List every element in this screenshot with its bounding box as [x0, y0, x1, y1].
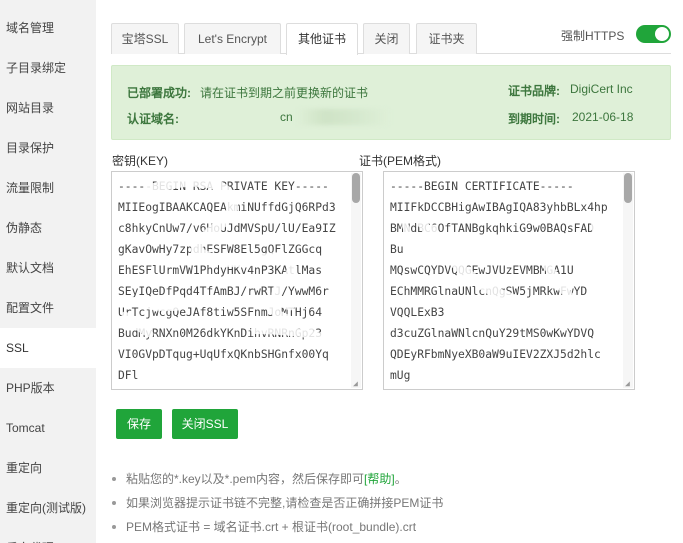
bullet-icon	[112, 524, 116, 529]
close-ssl-button[interactable]: 关闭SSL	[172, 409, 238, 439]
key-line: EhESFlUrmVW1PhdyHKv4nP3KAtlMas	[118, 264, 323, 277]
sidebar-item-domain[interactable]: 域名管理	[0, 8, 96, 48]
sidebar: 域名管理 子目录绑定 网站目录 目录保护 流量限制 伪静态 默认文档 配置文件 …	[0, 0, 96, 543]
help-link[interactable]: [帮助]	[364, 472, 395, 486]
sidebar-item-redirect[interactable]: 重定向	[0, 448, 96, 488]
toggle-knob	[655, 27, 669, 41]
key-line: c8hkyCnUw7/v6HoUJdMVSpU/lU/Ea9IZ	[118, 222, 336, 235]
sidebar-item-ssl[interactable]: SSL	[0, 328, 96, 368]
tab-other-cert[interactable]: 其他证书	[286, 23, 358, 55]
sidebar-item-dir-protect[interactable]: 目录保护	[0, 128, 96, 168]
cert-line: BMNdBC6OfTANBgkqhkiG9w0BAQsFAD	[390, 222, 595, 235]
cert-line: d3cuZGlnaWNlcnQuY29tMS0wKwYDVQ	[390, 327, 595, 340]
domain-value: cn	[280, 110, 293, 124]
help-item: PEM格式证书 = 域名证书.crt + 根证书(root_bundle).cr…	[112, 518, 416, 535]
cert-scrollbar-thumb[interactable]	[624, 173, 632, 203]
force-https-toggle[interactable]	[636, 25, 671, 43]
tab-cert-folder[interactable]: 证书夹	[416, 23, 477, 54]
help-item: 如果浏览器提示证书链不完整,请检查是否正确拼接PEM证书	[112, 494, 443, 511]
expire-key: 到期时间:	[508, 112, 560, 126]
cert-line: MIIFkDCCBHigAwIBAgIQA83yhbBLx4hp	[390, 201, 608, 214]
sidebar-item-rewrite[interactable]: 伪静态	[0, 208, 96, 248]
key-line: gKavOwHy7zpdhESFW8El5gQFlZGGcq	[118, 243, 323, 256]
cert-line: EChMMRGlnaUNlcnQgSW5jMRkwFwYD	[390, 285, 588, 298]
cert-line: QDEyRFbmNyeXB0aW9uIEV2ZXJ5d2hlc	[390, 348, 601, 361]
cert-line: VQQLExB3	[390, 306, 445, 319]
domain-key: 认证域名:	[127, 112, 179, 126]
expire-value: 2021-06-18	[572, 110, 634, 124]
save-button[interactable]: 保存	[116, 409, 162, 439]
status-value: 请在证书到期之前更换新的证书	[200, 86, 369, 100]
sidebar-item-subdir-binding[interactable]: 子目录绑定	[0, 48, 96, 88]
key-line: VI0GVpDTqug+UqUfxQKnbSHGnfx00Yq	[118, 348, 329, 361]
sidebar-item-traffic-limit[interactable]: 流量限制	[0, 168, 96, 208]
sidebar-item-reverse-proxy[interactable]: 反向代理	[0, 528, 96, 543]
help-text-1-suffix: 。	[394, 472, 407, 486]
sidebar-item-default-doc[interactable]: 默认文档	[0, 248, 96, 288]
sidebar-item-config[interactable]: 配置文件	[0, 288, 96, 328]
brand-key: 证书品牌:	[508, 84, 560, 98]
cert-resize-handle[interactable]: ◢	[625, 380, 633, 388]
tab-bt-ssl[interactable]: 宝塔SSL	[111, 23, 179, 54]
sidebar-item-tomcat[interactable]: Tomcat	[0, 408, 96, 448]
cert-status-alert: 已部署成功: 请在证书到期之前更换新的证书 认证域名: cn 证书品牌: Dig…	[111, 65, 671, 140]
sidebar-item-redirect-beta[interactable]: 重定向(测试版)	[0, 488, 96, 528]
help-text-3: PEM格式证书 = 域名证书.crt + 根证书(root_bundle).cr…	[126, 520, 417, 534]
key-line: UrTcjwcgQeJAf8tiw5SFnmJoMTHj64	[118, 306, 323, 319]
bullet-icon	[112, 476, 116, 481]
key-line: MIIEogIBAAKCAQEAkmiNUffdGjQ6RPd3	[118, 201, 336, 214]
key-line: -----BEGIN RSA PRIVATE KEY-----	[118, 180, 329, 193]
key-label: 密钥(KEY)	[112, 154, 169, 168]
help-text-2: 如果浏览器提示证书链不完整,请检查是否正确拼接PEM证书	[126, 496, 444, 510]
brand-value: DigiCert Inc	[570, 82, 633, 96]
sidebar-item-php-version[interactable]: PHP版本	[0, 368, 96, 408]
key-resize-handle[interactable]: ◢	[353, 380, 361, 388]
key-line: BudMyRNXn0M26dkYKnDihvRNRnGp23	[118, 327, 323, 340]
key-line: DFl	[118, 369, 139, 382]
tab-lets-encrypt[interactable]: Let's Encrypt	[184, 23, 281, 54]
cert-line: Bu	[390, 243, 404, 256]
tab-close[interactable]: 关闭	[363, 23, 410, 54]
status-key: 已部署成功:	[127, 86, 191, 100]
key-line: SEyIQeDfPqd4TfAmBJ/rwRTJ/YwwM6r	[118, 285, 329, 298]
cert-scrollbar[interactable]	[623, 173, 633, 388]
help-item: 粘贴您的*.key以及*.pem内容，然后保存即可[帮助]。	[112, 470, 407, 487]
bullet-icon	[112, 500, 116, 505]
cert-line: MQswCQYDVQQGEwJVUzEVMBMGA1U	[390, 264, 574, 277]
key-scrollbar-thumb[interactable]	[352, 173, 360, 203]
key-textarea[interactable]: -----BEGIN RSA PRIVATE KEY----- MIIEogIB…	[111, 171, 363, 390]
cert-line: -----BEGIN CERTIFICATE-----	[390, 180, 574, 193]
sidebar-item-site-dir[interactable]: 网站目录	[0, 88, 96, 128]
key-scrollbar[interactable]	[351, 173, 361, 388]
cert-line: mUg	[390, 369, 411, 382]
cert-label: 证书(PEM格式)	[359, 154, 441, 168]
help-text-1: 粘贴您的*.key以及*.pem内容，然后保存即可	[126, 472, 365, 486]
cert-textarea[interactable]: -----BEGIN CERTIFICATE----- MIIFkDCCBHig…	[383, 171, 635, 390]
domain-redaction	[297, 109, 389, 125]
force-https-label: 强制HTTPS	[561, 29, 625, 43]
